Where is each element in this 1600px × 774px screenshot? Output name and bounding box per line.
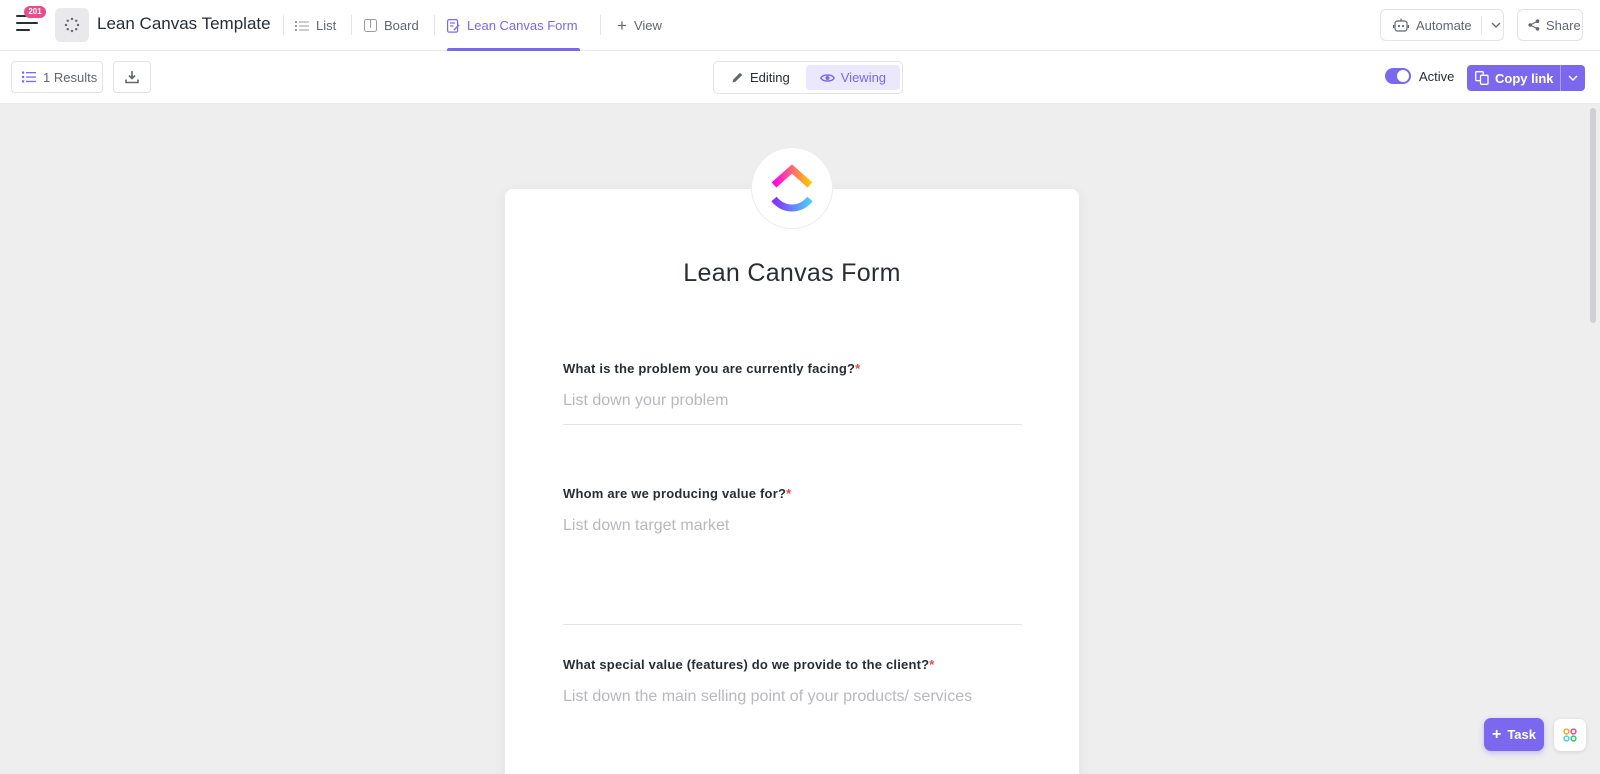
results-label: 1 Results [43, 69, 98, 85]
form-logo [751, 147, 833, 229]
plus-icon: + [1491, 725, 1502, 743]
list-title: Lean Canvas Template [97, 14, 271, 33]
automate-button[interactable]: Automate [1380, 9, 1504, 41]
tab-lean-canvas-form[interactable]: Lean Canvas Form [447, 0, 580, 51]
download-button[interactable] [113, 61, 151, 93]
editing-mode-button[interactable]: Editing [717, 65, 804, 90]
tab-list[interactable]: List [295, 0, 336, 51]
tab-label: Board [384, 18, 419, 33]
divider [351, 15, 352, 35]
field-label: What special value (features) do we prov… [563, 657, 935, 672]
required-mark: * [786, 486, 792, 501]
share-button[interactable]: Share [1517, 9, 1583, 41]
form-field-features: What special value (features) do we prov… [563, 657, 1022, 720]
viewing-label: Viewing [840, 70, 887, 85]
list-icon [295, 20, 309, 31]
field-label: What is the problem you are currently fa… [563, 361, 861, 376]
share-label: Share [1546, 17, 1581, 33]
download-icon [125, 71, 139, 84]
field-label: Whom are we producing value for?* [563, 486, 792, 501]
chevron-down-icon [1568, 75, 1578, 81]
space-icon[interactable] [55, 8, 89, 42]
copy-icon [1475, 71, 1489, 85]
copy-link-button-group: Copy link [1467, 65, 1585, 91]
form-title: Lean Canvas Form [683, 259, 901, 287]
clickup-logo-icon [771, 164, 813, 212]
chevron-down-icon[interactable] [1491, 22, 1501, 28]
apps-grid-icon [1563, 728, 1577, 742]
target-market-input[interactable]: List down target market [563, 517, 1022, 625]
required-mark: * [855, 361, 861, 376]
form-field-target-market: Whom are we producing value for?* List d… [563, 486, 1022, 625]
copy-link-label: Copy link [1495, 70, 1554, 86]
tab-label: List [316, 18, 337, 33]
top-header: 201 Lean Canvas Template List Board Lean… [0, 0, 1600, 51]
loading-dots-icon [64, 17, 80, 33]
features-input[interactable]: List down the main selling point of your… [563, 688, 1022, 720]
add-view-button[interactable]: + View [617, 0, 662, 51]
divider [600, 15, 601, 35]
add-view-label: View [633, 18, 662, 33]
form-field-problem: What is the problem you are currently fa… [563, 361, 1022, 425]
automate-label: Automate [1416, 17, 1472, 33]
robot-icon [1393, 18, 1409, 32]
required-mark: * [929, 657, 935, 672]
active-switch[interactable] [1385, 68, 1411, 84]
divider [283, 15, 284, 35]
list-icon [22, 71, 36, 83]
menu-icon[interactable] [16, 15, 38, 35]
results-button[interactable]: 1 Results [11, 61, 103, 93]
copy-link-dropdown[interactable] [1560, 65, 1585, 91]
new-task-button[interactable]: + Task [1484, 718, 1544, 751]
eye-icon [819, 73, 835, 82]
board-icon [364, 19, 377, 32]
plus-icon: + [617, 16, 627, 35]
active-label: Active [1419, 68, 1455, 84]
form-toolbar: 1 Results Editing Viewing Active Copy li… [0, 51, 1600, 104]
editing-label: Editing [750, 70, 790, 85]
tab-label: Lean Canvas Form [467, 18, 578, 33]
viewing-mode-button[interactable]: Viewing [805, 65, 901, 90]
divider [1480, 16, 1482, 34]
mode-toggle: Editing Viewing [713, 61, 903, 94]
form-preview-area: Lean Canvas Form What is the problem you… [0, 104, 1600, 774]
problem-input[interactable]: List down your problem [563, 392, 1022, 425]
divider [434, 15, 435, 35]
active-toggle: Active [1385, 68, 1454, 84]
pencil-icon [732, 72, 743, 83]
copy-link-button[interactable]: Copy link [1467, 65, 1560, 91]
form-icon [447, 18, 460, 33]
form-card: Lean Canvas Form What is the problem you… [505, 189, 1079, 774]
tab-board[interactable]: Board [364, 0, 419, 51]
task-label: Task [1507, 727, 1536, 742]
share-icon [1528, 19, 1540, 31]
scrollbar[interactable] [1590, 108, 1596, 323]
apps-button[interactable] [1554, 719, 1586, 751]
notification-badge: 201 [24, 6, 46, 18]
